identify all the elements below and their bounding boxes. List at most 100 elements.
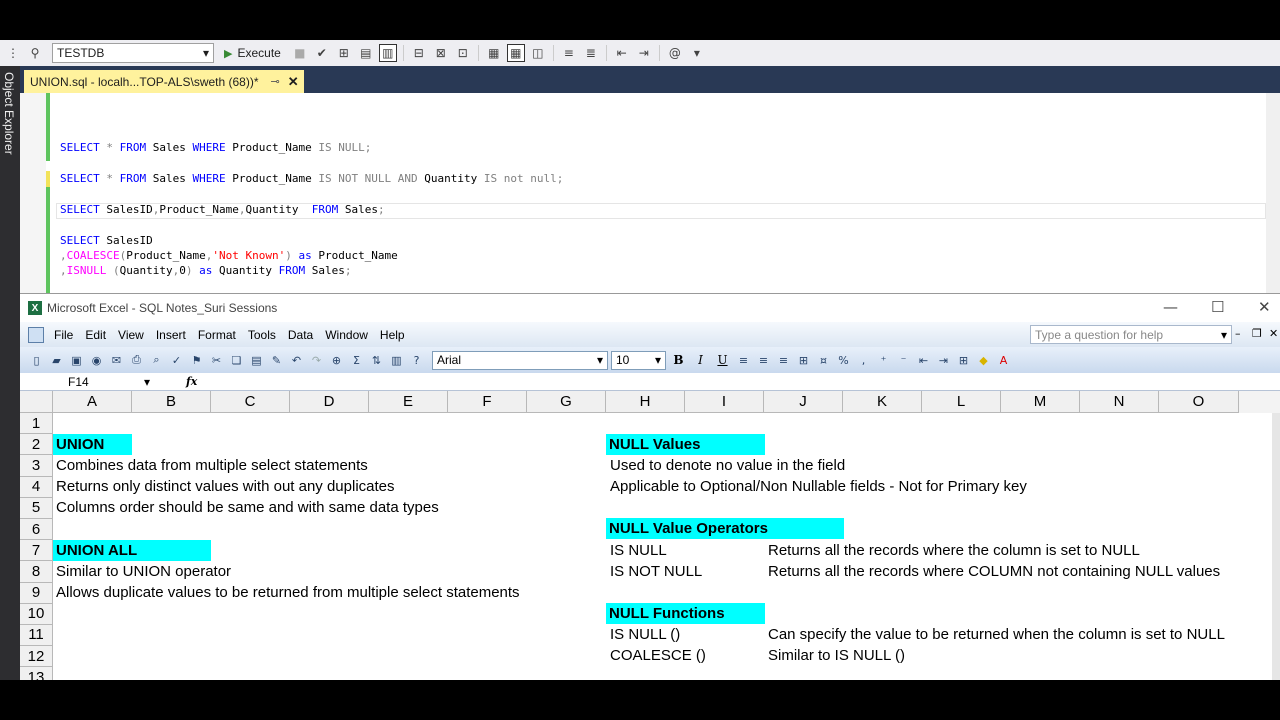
increase-indent-icon[interactable]: ⇥: [935, 352, 952, 369]
menu-window[interactable]: Window: [319, 328, 374, 342]
col-header-j[interactable]: J: [764, 391, 843, 413]
cell-a2[interactable]: UNION: [53, 434, 132, 455]
menu-format[interactable]: Format: [192, 328, 242, 342]
sort-icon[interactable]: ⇅: [368, 352, 385, 369]
menu-edit[interactable]: Edit: [79, 328, 112, 342]
include-plan-icon[interactable]: ⊟: [410, 44, 428, 62]
close-icon[interactable]: ✕: [1258, 298, 1271, 316]
cell-h6[interactable]: NULL Value Operators: [606, 518, 844, 539]
stop-icon[interactable]: ■: [291, 44, 309, 62]
estimated-plan-icon[interactable]: ⊞: [335, 44, 353, 62]
col-header-k[interactable]: K: [843, 391, 922, 413]
specify-values-icon[interactable]: @: [666, 44, 684, 62]
row-header[interactable]: 6: [20, 518, 53, 541]
cell-j11[interactable]: Can specify the value to be returned whe…: [768, 624, 1225, 645]
cell-j7[interactable]: Returns all the records where the column…: [768, 540, 1140, 561]
permission-icon[interactable]: ◉: [88, 352, 105, 369]
doc-restore-icon[interactable]: ❐: [1252, 327, 1262, 340]
cell-j8[interactable]: Returns all the records where COLUMN not…: [768, 561, 1220, 582]
cell-a4[interactable]: Returns only distinct values with out an…: [56, 476, 395, 497]
spelling-icon[interactable]: ✓: [168, 352, 185, 369]
row-header[interactable]: 11: [20, 624, 53, 647]
row-header[interactable]: 8: [20, 561, 53, 583]
row-header[interactable]: 1: [20, 413, 53, 435]
select-all[interactable]: [20, 391, 53, 413]
bold-button[interactable]: B: [669, 351, 688, 370]
minimize-icon[interactable]: —: [1163, 298, 1178, 316]
font-size-select[interactable]: 10 ▾: [611, 350, 666, 370]
menu-file[interactable]: File: [48, 328, 79, 342]
row-header[interactable]: 9: [20, 582, 53, 604]
cell-h2[interactable]: NULL Values: [606, 434, 765, 455]
redo-icon[interactable]: ↷: [308, 352, 325, 369]
decrease-decimal-icon[interactable]: ⁻: [895, 352, 912, 369]
hyperlink-icon[interactable]: ⊕: [328, 352, 345, 369]
results-grid-toggle-icon[interactable]: ▦: [506, 44, 525, 62]
col-header-e[interactable]: E: [369, 391, 448, 413]
cell-j12[interactable]: Similar to IS NULL (): [768, 645, 905, 666]
row-header[interactable]: 2: [20, 434, 53, 456]
borders-icon[interactable]: ⊞: [955, 352, 972, 369]
comma-icon[interactable]: ,: [855, 352, 872, 369]
undo-icon[interactable]: ↶: [288, 352, 305, 369]
database-select[interactable]: TESTDB ▾: [52, 43, 214, 63]
results-to-text-icon[interactable]: ▦: [485, 44, 503, 62]
cell-h10[interactable]: NULL Functions: [606, 603, 765, 624]
cut-icon[interactable]: ✂: [208, 352, 225, 369]
menu-view[interactable]: View: [112, 328, 150, 342]
currency-icon[interactable]: ¤: [815, 352, 832, 369]
editor-scrollbar[interactable]: [1266, 93, 1280, 293]
menu-tools[interactable]: Tools: [242, 328, 282, 342]
menu-data[interactable]: Data: [282, 328, 319, 342]
chart-icon[interactable]: ▥: [388, 352, 405, 369]
col-header-l[interactable]: L: [922, 391, 1001, 413]
col-header-c[interactable]: C: [211, 391, 290, 413]
cell-area[interactable]: UNION Combines data from multiple select…: [53, 413, 1280, 680]
connect-icon[interactable]: ⚲: [26, 44, 44, 62]
maximize-icon[interactable]: ☐: [1211, 298, 1224, 316]
underline-button[interactable]: U: [713, 351, 732, 370]
col-header-i[interactable]: I: [685, 391, 764, 413]
help-search-input[interactable]: Type a question for help ▾: [1030, 325, 1232, 344]
autosum-icon[interactable]: Σ: [348, 352, 365, 369]
comment-icon[interactable]: ≡: [560, 44, 578, 62]
execute-button[interactable]: ▶ Execute: [218, 46, 287, 60]
live-stats-icon[interactable]: ⊠: [432, 44, 450, 62]
fill-color-icon[interactable]: ◆: [975, 352, 992, 369]
font-select[interactable]: Arial ▾: [432, 350, 608, 370]
results-to-grid-icon[interactable]: ▥: [378, 44, 397, 62]
col-header-n[interactable]: N: [1080, 391, 1159, 413]
cell-h3[interactable]: Used to denote no value in the field: [610, 455, 845, 476]
col-header-o[interactable]: O: [1159, 391, 1239, 413]
email-icon[interactable]: ✉: [108, 352, 125, 369]
uncomment-icon[interactable]: ≣: [582, 44, 600, 62]
cell-h12[interactable]: COALESCE (): [610, 645, 706, 666]
query-editor[interactable]: SELECT * FROM Sales WHERE Product_Name I…: [20, 93, 1280, 293]
row-header[interactable]: 4: [20, 476, 53, 498]
col-header-f[interactable]: F: [448, 391, 527, 413]
parse-check-icon[interactable]: ✔: [313, 44, 331, 62]
col-header-m[interactable]: M: [1001, 391, 1080, 413]
cell-a3[interactable]: Combines data from multiple select state…: [56, 455, 368, 476]
italic-button[interactable]: I: [691, 351, 710, 370]
cell-a5[interactable]: Columns order should be same and with sa…: [56, 497, 439, 518]
row-header[interactable]: 7: [20, 540, 53, 562]
cell-a9[interactable]: Allows duplicate values to be returned f…: [56, 582, 520, 603]
pin-icon[interactable]: ⊸: [271, 75, 280, 88]
overflow-icon[interactable]: ▾: [688, 44, 706, 62]
query-designer-icon[interactable]: ▤: [357, 44, 375, 62]
open-icon[interactable]: ▰: [48, 352, 65, 369]
name-box[interactable]: F14 ▾: [20, 373, 156, 390]
col-header-b[interactable]: B: [132, 391, 211, 413]
align-right-icon[interactable]: ≡: [775, 352, 792, 369]
cell-a7[interactable]: UNION ALL: [53, 540, 211, 561]
increase-decimal-icon[interactable]: ⁺: [875, 352, 892, 369]
excel-scrollbar[interactable]: [1272, 413, 1280, 680]
save-icon[interactable]: ▣: [68, 352, 85, 369]
merge-center-icon[interactable]: ⊞: [795, 352, 812, 369]
print-icon[interactable]: ⎙: [128, 352, 145, 369]
font-color-icon[interactable]: A: [995, 352, 1012, 369]
paste-icon[interactable]: ▤: [248, 352, 265, 369]
cell-h7[interactable]: IS NULL: [610, 540, 667, 561]
decrease-indent-icon[interactable]: ⇤: [915, 352, 932, 369]
